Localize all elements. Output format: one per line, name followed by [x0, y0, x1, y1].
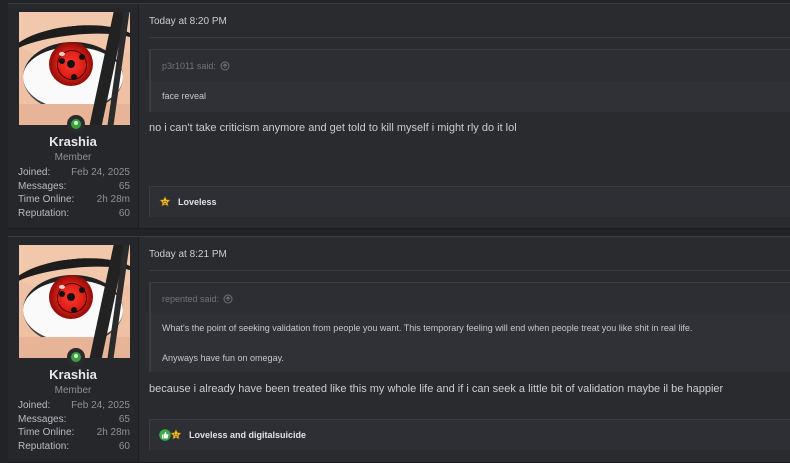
post: Krashia Member Joined: Feb 24, 2025 Messa…: [8, 3, 790, 229]
avatar[interactable]: [19, 245, 130, 358]
user-stats: Joined: Feb 24, 2025 Messages: 65 Time Onl…: [18, 399, 130, 453]
post-date-link[interactable]: Today at 8:21 PM: [149, 249, 227, 260]
divider: [149, 270, 790, 271]
reactions-bar[interactable]: Loveless and digitalsuicide: [149, 419, 790, 450]
jump-to-quote-icon[interactable]: [223, 294, 233, 304]
quote-text: What's the point of seeking validation f…: [162, 323, 693, 333]
quote-author[interactable]: repented said:: [162, 294, 219, 304]
post-body: Today at 8:21 PM repented said: What's t…: [149, 237, 790, 462]
quote-block: repented said: What's the point of seeki…: [149, 282, 790, 372]
post-body: Today at 8:20 PM p3r1011 said: face reve…: [149, 4, 790, 228]
message-text: no i can't take criticism anymore and ge…: [149, 122, 517, 134]
user-stats: Joined: Feb 24, 2025 Messages: 65 Time Onl…: [18, 166, 130, 220]
stat-value-messages: 65: [118, 180, 130, 192]
stat-value-messages: 65: [118, 413, 130, 425]
post-date-link[interactable]: Today at 8:20 PM: [149, 16, 227, 27]
user-panel: Krashia Member Joined: Feb 24, 2025 Messa…: [8, 237, 139, 462]
reactions-bar[interactable]: Loveless: [149, 186, 790, 217]
reaction-users[interactable]: Loveless and digitalsuicide: [189, 430, 306, 440]
message-text: because i already have been treated like…: [149, 383, 724, 395]
quote-block: p3r1011 said: face reveal: [149, 49, 790, 112]
stat-label-reputation: Reputation:: [18, 440, 70, 452]
user-title: Member: [54, 385, 92, 396]
user-panel: Krashia Member Joined: Feb 24, 2025 Messa…: [8, 4, 139, 228]
divider: [149, 37, 790, 38]
stat-value-time-online: 2h 28m: [96, 427, 130, 438]
username[interactable]: Krashia: [8, 134, 138, 149]
online-status-icon: [67, 115, 85, 133]
stat-label-time-online: Time Online:: [18, 194, 75, 205]
user-title: Member: [54, 152, 92, 163]
stat-value-joined: Feb 24, 2025: [71, 167, 130, 178]
stat-label-joined: Joined:: [18, 400, 51, 411]
stat-value-joined: Feb 24, 2025: [71, 400, 130, 411]
stat-value-reputation: 60: [118, 207, 130, 219]
stat-label-joined: Joined:: [18, 167, 51, 178]
reaction-users[interactable]: Loveless: [178, 197, 217, 207]
online-status-icon: [67, 348, 85, 366]
post: Krashia Member Joined: Feb 24, 2025 Messa…: [8, 236, 790, 463]
stat-value-reputation: 60: [118, 440, 130, 452]
jump-to-quote-icon[interactable]: [220, 61, 230, 71]
star-smiley-icon: [170, 429, 182, 440]
stat-label-time-online: Time Online:: [18, 427, 75, 438]
stat-value-time-online: 2h 28m: [96, 194, 130, 205]
username[interactable]: Krashia: [8, 367, 138, 382]
stat-label-reputation: Reputation:: [18, 207, 70, 219]
stat-label-messages: Messages:: [18, 413, 67, 425]
avatar[interactable]: [19, 12, 130, 125]
quote-text: Anyways have fun on omegay.: [162, 353, 284, 363]
quote-author[interactable]: p3r1011 said:: [162, 61, 216, 71]
stat-label-messages: Messages:: [18, 180, 67, 192]
quote-text: face reveal: [162, 91, 207, 101]
star-smiley-icon: [159, 196, 171, 207]
